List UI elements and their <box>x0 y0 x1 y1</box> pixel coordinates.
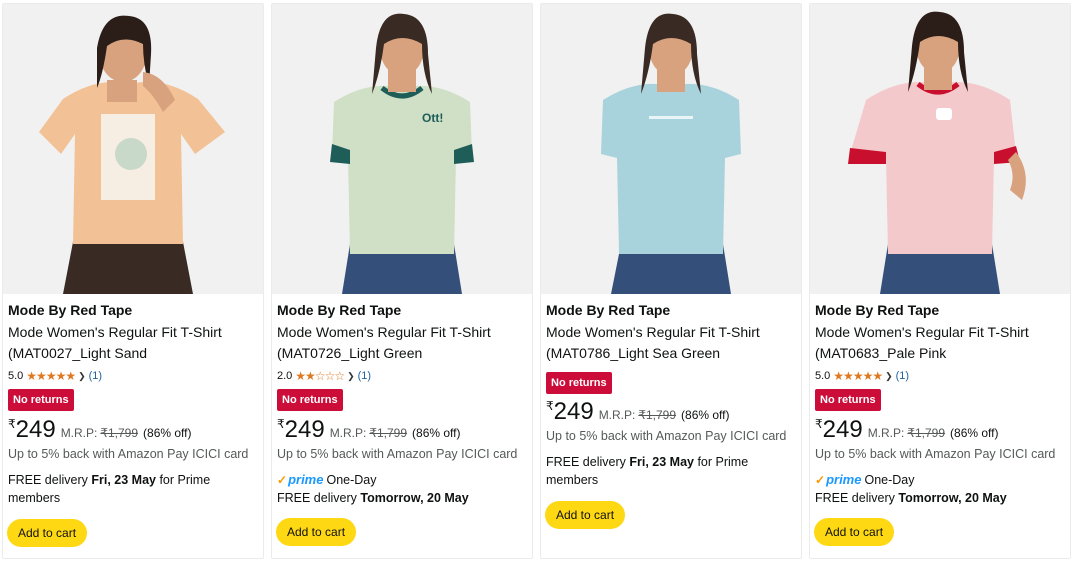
mrp-value: ₹1,799 <box>369 426 408 440</box>
chevron-down-icon[interactable]: ❯ <box>347 368 355 384</box>
no-returns-badge: No returns <box>277 389 343 411</box>
product-title-line-1[interactable]: Mode Women's Regular Fit T-Shirt <box>815 324 1029 340</box>
delivery-info: FREE delivery Tomorrow, 20 May <box>277 489 528 507</box>
product-title-line-2[interactable]: (MAT0786_Light Sea Green <box>546 345 720 361</box>
product-brand: Mode By Red Tape <box>546 302 671 318</box>
rating-value: 2.0 <box>277 370 293 382</box>
product-title-line-1[interactable]: Mode Women's Regular Fit T-Shirt <box>277 324 491 340</box>
prime-logo: prime <box>826 472 862 487</box>
discount-percent: (86% off) <box>143 426 192 440</box>
price-block: ₹ 249 M.R.P: ₹1,799 (86% off) <box>277 416 528 443</box>
delivery-date: Tomorrow, 20 May <box>360 491 469 505</box>
currency-symbol: ₹ <box>546 399 554 413</box>
svg-text:Ott!: Ott! <box>422 111 443 125</box>
mrp-value: ₹1,799 <box>638 408 677 422</box>
product-title-line-1[interactable]: Mode Women's Regular Fit T-Shirt <box>8 324 222 340</box>
mrp-label: M.R.P: <box>867 426 905 440</box>
add-to-cart-button[interactable]: Add to cart <box>545 501 626 529</box>
price-value: 249 <box>822 416 863 443</box>
product-brand: Mode By Red Tape <box>815 302 940 318</box>
rating-count-link[interactable]: (1) <box>896 368 909 384</box>
product-brand: Mode By Red Tape <box>277 302 402 318</box>
no-returns-badge: No returns <box>8 389 74 411</box>
rating-count-link[interactable]: (1) <box>89 368 102 384</box>
star-icon[interactable]: ★★★★★ <box>26 368 76 384</box>
mrp-value: ₹1,799 <box>100 426 139 440</box>
prime-speed: One-Day <box>864 473 915 487</box>
product-rating: 5.0 ★★★★★ ❯ (1) <box>815 368 1066 384</box>
product-title-line-2[interactable]: (MAT0027_Light Sand <box>8 345 147 361</box>
currency-symbol: ₹ <box>8 417 16 431</box>
rating-value: 5.0 <box>815 370 831 382</box>
delivery-date: Fri, 23 May <box>629 455 694 469</box>
price-block: ₹ 249 M.R.P: ₹1,799 (86% off) <box>815 416 1066 443</box>
product-title[interactable]: Mode Women's Regular Fit T-Shirt (MAT078… <box>546 322 797 364</box>
mrp-label: M.R.P: <box>329 426 367 440</box>
delivery-date: Fri, 23 May <box>91 473 156 487</box>
product-brand: Mode By Red Tape <box>8 302 133 318</box>
price-value: 249 <box>553 398 594 425</box>
star-icon[interactable]: ★★★★★ <box>833 368 883 384</box>
product-title-line-2[interactable]: (MAT0683_Pale Pink <box>815 345 946 361</box>
add-to-cart-button[interactable]: Add to cart <box>7 519 88 547</box>
product-title[interactable]: Mode Women's Regular Fit T-Shirt (MAT072… <box>277 322 528 364</box>
prime-info: ✓ prime One-Day <box>277 471 528 489</box>
product-card[interactable]: Mode By Red Tape Mode Women's Regular Fi… <box>2 3 264 559</box>
prime-check-icon: ✓ <box>815 473 826 487</box>
price-block: ₹ 249 M.R.P: ₹1,799 (86% off) <box>8 416 259 443</box>
rating-count-link[interactable]: (1) <box>358 368 371 384</box>
currency-symbol: ₹ <box>815 417 823 431</box>
product-rating: 2.0 ★★☆☆☆ ❯ (1) <box>277 368 528 384</box>
delivery-info: FREE delivery Fri, 23 May for Prime memb… <box>8 471 259 507</box>
rating-value: 5.0 <box>8 370 24 382</box>
no-returns-badge: No returns <box>546 372 612 394</box>
add-to-cart-button[interactable]: Add to cart <box>276 518 357 546</box>
prime-logo: prime <box>288 472 324 487</box>
product-title[interactable]: Mode Women's Regular Fit T-Shirt (MAT002… <box>8 322 259 364</box>
prime-check-icon: ✓ <box>277 473 288 487</box>
prime-speed: One-Day <box>326 473 377 487</box>
star-icon[interactable]: ★★☆☆☆ <box>295 368 345 384</box>
delivery-prefix: FREE delivery <box>8 473 92 487</box>
product-image[interactable] <box>541 4 801 294</box>
product-rating: 5.0 ★★★★★ ❯ (1) <box>8 368 259 384</box>
product-title[interactable]: Mode Women's Regular Fit T-Shirt (MAT068… <box>815 322 1066 364</box>
mrp-value: ₹1,799 <box>907 426 946 440</box>
mrp-label: M.R.P: <box>60 426 98 440</box>
delivery-info: FREE delivery Fri, 23 May for Prime memb… <box>546 453 797 489</box>
delivery-prefix: FREE delivery <box>546 455 630 469</box>
delivery-info: FREE delivery Tomorrow, 20 May <box>815 489 1066 507</box>
discount-percent: (86% off) <box>681 408 730 422</box>
product-card[interactable]: Mode By Red Tape Mode Women's Regular Fi… <box>809 3 1071 559</box>
price-block: ₹ 249 M.R.P: ₹1,799 (86% off) <box>546 398 797 425</box>
discount-percent: (86% off) <box>412 426 461 440</box>
product-title-line-1[interactable]: Mode Women's Regular Fit T-Shirt <box>546 324 760 340</box>
currency-symbol: ₹ <box>277 417 285 431</box>
no-returns-badge: No returns <box>815 389 881 411</box>
price-value: 249 <box>15 416 56 443</box>
product-grid: Mode By Red Tape Mode Women's Regular Fi… <box>0 0 1075 566</box>
prime-info: ✓ prime One-Day <box>815 471 1066 489</box>
bank-offer: Up to 5% back with Amazon Pay ICICI card <box>8 447 249 461</box>
product-image[interactable] <box>3 4 263 294</box>
product-card[interactable]: Mode By Red Tape Mode Women's Regular Fi… <box>540 3 802 559</box>
product-image[interactable]: Ott! <box>272 4 532 294</box>
price-value: 249 <box>284 416 325 443</box>
delivery-prefix: FREE delivery <box>277 491 361 505</box>
product-title-line-2[interactable]: (MAT0726_Light Green <box>277 345 422 361</box>
delivery-date: Tomorrow, 20 May <box>898 491 1007 505</box>
mrp-label: M.R.P: <box>598 408 636 422</box>
bank-offer: Up to 5% back with Amazon Pay ICICI card <box>277 447 518 461</box>
add-to-cart-button[interactable]: Add to cart <box>814 518 895 546</box>
delivery-prefix: FREE delivery <box>815 491 899 505</box>
discount-percent: (86% off) <box>950 426 999 440</box>
product-card[interactable]: Ott! Mode By Red Tape Mode Women's Regul… <box>271 3 533 559</box>
chevron-down-icon[interactable]: ❯ <box>885 368 893 384</box>
product-image[interactable] <box>810 4 1070 294</box>
bank-offer: Up to 5% back with Amazon Pay ICICI card <box>546 429 787 443</box>
chevron-down-icon[interactable]: ❯ <box>78 368 86 384</box>
bank-offer: Up to 5% back with Amazon Pay ICICI card <box>815 447 1056 461</box>
